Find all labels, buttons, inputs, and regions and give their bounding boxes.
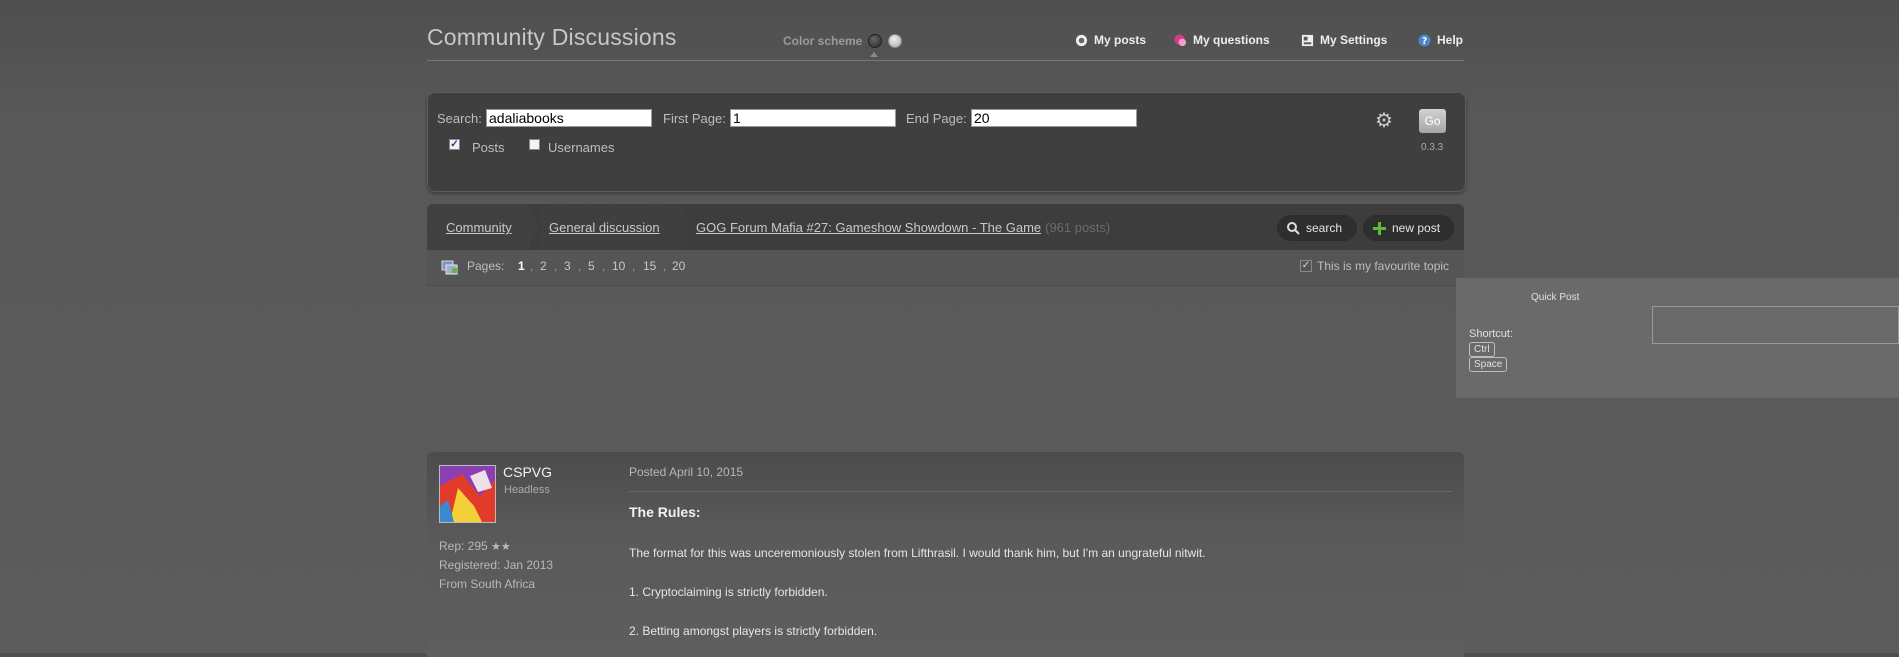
ctrl-key-badge: Ctrl	[1469, 342, 1495, 357]
star-icon: ★	[491, 541, 501, 553]
favourite-label: This is my favourite topic	[1317, 259, 1450, 273]
page-separator: ,	[578, 259, 582, 273]
nav-my-questions[interactable]: My questions	[1174, 33, 1270, 47]
breadcrumb-separator	[679, 204, 691, 250]
usernames-checkbox[interactable]	[529, 139, 540, 150]
scheme-indicator	[870, 52, 878, 57]
go-button[interactable]: Go	[1419, 109, 1446, 133]
favourite-topic-toggle[interactable]: ✓ This is my favourite topic	[1300, 259, 1449, 273]
search-icon	[1287, 221, 1300, 235]
favourite-checkbox[interactable]: ✓	[1300, 260, 1312, 272]
end-page-input[interactable]	[971, 109, 1137, 127]
avatar[interactable]	[439, 465, 496, 523]
breadcrumb-separator	[527, 204, 539, 250]
nav-my-posts-label: My posts	[1094, 33, 1147, 47]
post-paragraph: 1. Cryptoclaiming is strictly forbidden.	[629, 585, 828, 599]
svg-text:?: ?	[1422, 36, 1427, 47]
end-page-label: End Page:	[906, 111, 967, 126]
page-separator: ,	[554, 259, 558, 273]
header-divider	[427, 60, 1464, 61]
search-button-label: search	[1306, 221, 1343, 235]
page-separator: ,	[632, 259, 636, 273]
site-title[interactable]: Community Discussions	[427, 24, 677, 51]
user-title: Headless	[504, 484, 550, 496]
help-icon: ?	[1418, 33, 1431, 47]
nav-my-questions-label: My questions	[1193, 33, 1270, 47]
posts-checkbox[interactable]: ✓	[449, 139, 460, 150]
topic-icon[interactable]	[441, 259, 458, 275]
page-link[interactable]: 20	[672, 259, 685, 273]
settings-icon	[1301, 34, 1314, 46]
nav-my-settings-label: My Settings	[1320, 33, 1388, 47]
nav-my-posts[interactable]: My posts	[1075, 33, 1146, 47]
shortcut-label: Shortcut:	[1469, 328, 1514, 340]
my-posts-icon	[1075, 34, 1088, 46]
breadcrumb-topic-link[interactable]: GOG Forum Mafia #27: Gameshow Showdown -…	[696, 220, 1041, 235]
page-separator: ,	[663, 259, 667, 273]
breadcrumb-community[interactable]: Community	[446, 220, 512, 235]
new-post-button-label: new post	[1392, 221, 1441, 235]
user-rep: Rep: 295 ★★	[439, 539, 511, 553]
space-key-badge: Space	[1469, 357, 1508, 372]
new-post-button[interactable]: new post	[1363, 215, 1454, 241]
first-page-label: First Page:	[663, 111, 726, 126]
first-page-input[interactable]	[730, 109, 896, 127]
posts-checkbox-label: Posts	[472, 140, 505, 155]
user-rep-value: Rep: 295	[439, 539, 488, 553]
search-label: Search:	[437, 111, 482, 126]
nav-my-settings[interactable]: My Settings	[1301, 33, 1387, 47]
post-count: (961 posts)	[1045, 220, 1111, 235]
page-separator: ,	[602, 259, 606, 273]
light-scheme-toggle[interactable]	[888, 34, 902, 48]
page-link[interactable]: 3	[564, 259, 571, 273]
search-input[interactable]	[486, 109, 652, 127]
breadcrumb-topic: GOG Forum Mafia #27: Gameshow Showdown -…	[696, 220, 1110, 235]
user-location: From South Africa	[439, 577, 536, 591]
page-link[interactable]: 10	[612, 259, 625, 273]
star-icon: ★	[500, 541, 511, 553]
quick-post-title: Quick Post	[1531, 292, 1580, 303]
post-paragraph: 2. Betting amongst players is strictly f…	[629, 624, 878, 638]
post-username[interactable]: CSPVG	[503, 464, 552, 480]
post-divider	[629, 491, 1452, 492]
dark-scheme-toggle[interactable]	[868, 34, 882, 48]
post-date: Posted April 10, 2015	[629, 465, 744, 479]
search-button[interactable]: search	[1277, 215, 1357, 241]
nav-help-label: Help	[1437, 33, 1464, 47]
user-registered: Registered: Jan 2013	[439, 558, 554, 572]
post-paragraph: The format for this was unceremoniously …	[629, 546, 1206, 560]
version-label: 0.3.3	[1421, 142, 1444, 153]
pages-label: Pages:	[467, 259, 505, 273]
plus-icon	[1373, 221, 1386, 235]
usernames-checkbox-label: Usernames	[548, 140, 615, 155]
page-link[interactable]: 5	[588, 259, 595, 273]
page-link-current[interactable]: 1	[518, 259, 525, 273]
quick-post-textarea[interactable]	[1652, 306, 1899, 344]
breadcrumb-general-discussion[interactable]: General discussion	[549, 220, 660, 235]
page-link[interactable]: 15	[643, 259, 656, 273]
nav-help[interactable]: ? Help	[1418, 33, 1463, 47]
my-questions-icon	[1174, 33, 1187, 46]
gear-icon[interactable]: ⚙	[1375, 111, 1393, 131]
avatar-image	[440, 466, 495, 522]
color-scheme-label: Color scheme	[783, 34, 863, 48]
post-heading: The Rules:	[629, 504, 701, 520]
page-separator: ,	[530, 259, 534, 273]
page-link[interactable]: 2	[540, 259, 547, 273]
